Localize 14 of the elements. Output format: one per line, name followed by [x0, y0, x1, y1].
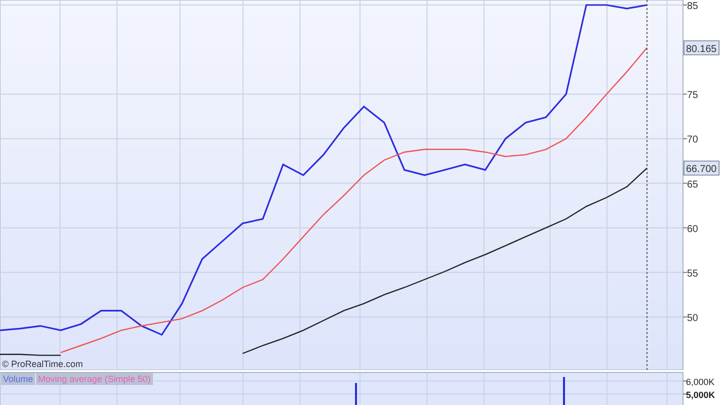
- legend-label: Volume: [1, 373, 36, 385]
- axis-tick-label: 5,000K: [686, 390, 716, 400]
- axis-tick-label: 6,000K: [686, 377, 715, 387]
- axis-tick-label: 55: [687, 268, 698, 280]
- copyright-notice: © ProRealTime.com: [2, 359, 83, 369]
- value-label: 80.165: [684, 40, 720, 56]
- axis-tick-label: 85: [687, 1, 698, 12]
- axis-tick-label: 50: [687, 312, 698, 324]
- axis-tick-label: 65: [687, 179, 698, 190]
- axis-tick-label: 70: [687, 134, 698, 146]
- value-label: 66.700: [684, 160, 720, 176]
- axis-tick-label: 60: [687, 224, 698, 235]
- legend-label: Moving average (Simple 50): [36, 373, 154, 385]
- axis-tick-label: 75: [687, 90, 698, 102]
